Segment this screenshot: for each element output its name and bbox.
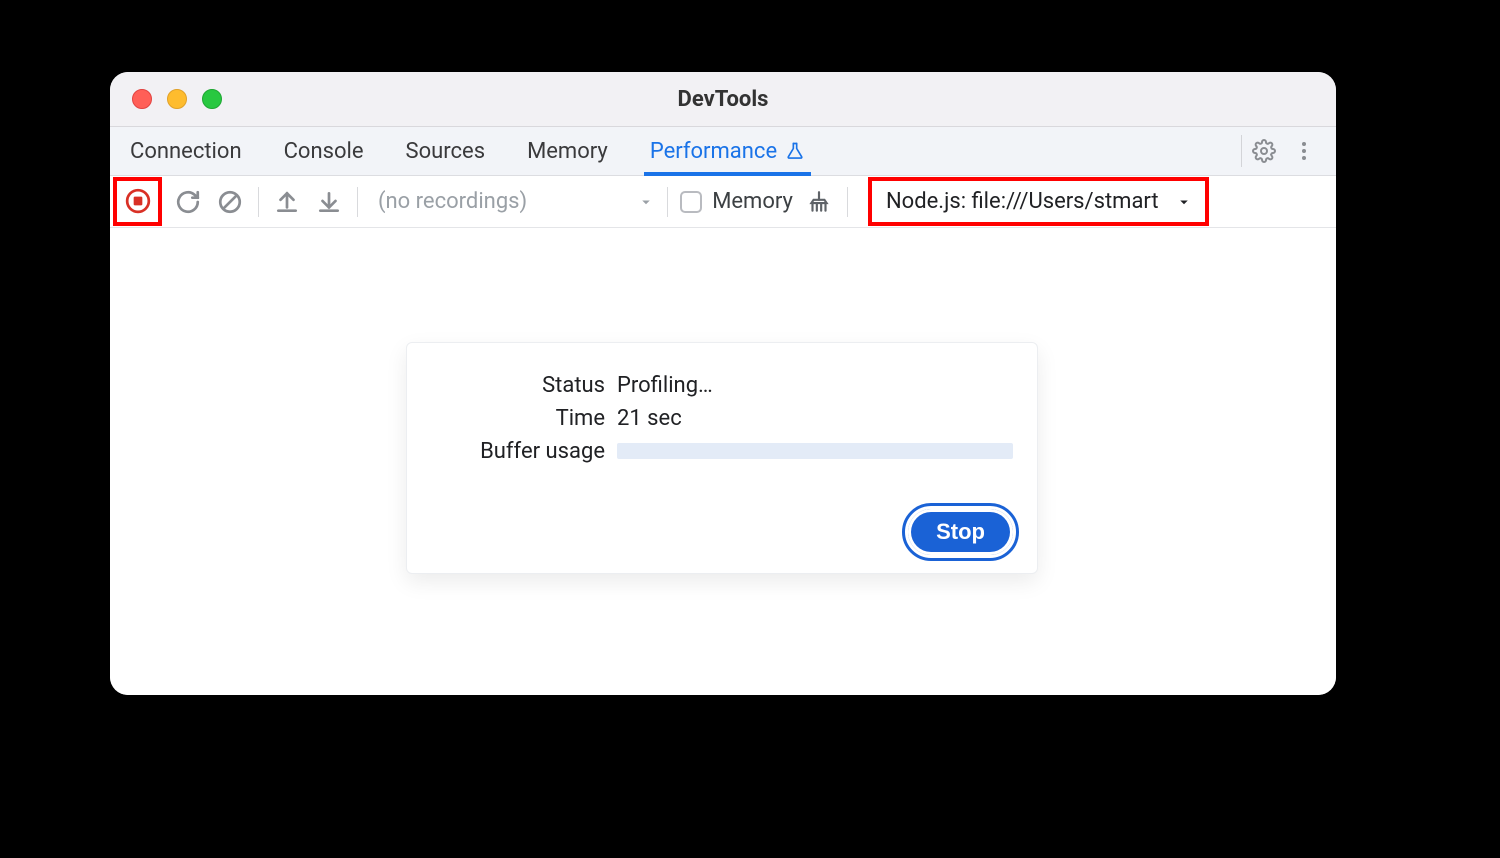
clear-button[interactable] bbox=[214, 186, 246, 218]
tab-label: Sources bbox=[406, 139, 486, 164]
recordings-dropdown[interactable]: (no recordings) bbox=[370, 189, 655, 214]
download-icon bbox=[316, 189, 342, 215]
broom-icon bbox=[806, 189, 832, 215]
download-button[interactable] bbox=[313, 186, 345, 218]
minimize-window-button[interactable] bbox=[167, 89, 187, 109]
tab-connection[interactable]: Connection bbox=[126, 127, 246, 175]
divider bbox=[258, 187, 259, 217]
profiling-status-panel: Status Profiling… Time 21 sec Buffer usa… bbox=[406, 342, 1038, 574]
settings-button[interactable] bbox=[1246, 133, 1282, 169]
flask-icon bbox=[785, 141, 805, 161]
zoom-window-button[interactable] bbox=[202, 89, 222, 109]
tab-label: Console bbox=[284, 139, 364, 164]
target-dropdown[interactable]: Node.js: file:///Users/stmart bbox=[886, 189, 1193, 214]
chevron-down-icon bbox=[637, 193, 655, 211]
reload-button[interactable] bbox=[172, 186, 204, 218]
target-dropdown-highlight: Node.js: file:///Users/stmart bbox=[868, 177, 1209, 226]
chevron-down-icon bbox=[1175, 193, 1193, 211]
more-button[interactable] bbox=[1286, 133, 1322, 169]
performance-content: Status Profiling… Time 21 sec Buffer usa… bbox=[110, 228, 1336, 695]
collect-garbage-button[interactable] bbox=[803, 186, 835, 218]
titlebar: DevTools bbox=[110, 72, 1336, 127]
record-stop-icon bbox=[125, 188, 151, 214]
tab-label: Connection bbox=[130, 139, 242, 164]
time-value: 21 sec bbox=[617, 406, 1013, 431]
traffic-lights bbox=[110, 89, 222, 109]
performance-toolbar: (no recordings) Memory Node.js: file:///… bbox=[110, 176, 1336, 228]
tab-label: Performance bbox=[650, 139, 777, 164]
more-vertical-icon bbox=[1292, 139, 1316, 163]
devtools-window: DevTools Connection Console Sources Memo… bbox=[110, 72, 1336, 695]
divider bbox=[357, 187, 358, 217]
tabbar: Connection Console Sources Memory Perfor… bbox=[110, 127, 1336, 176]
upload-icon bbox=[274, 189, 300, 215]
memory-checkbox[interactable] bbox=[680, 191, 702, 213]
target-selected-label: Node.js: file:///Users/stmart bbox=[886, 189, 1159, 214]
divider bbox=[847, 187, 848, 217]
buffer-usage-bar bbox=[617, 439, 1013, 464]
record-button-highlight bbox=[113, 177, 162, 226]
recordings-placeholder: (no recordings) bbox=[378, 189, 527, 214]
tab-console[interactable]: Console bbox=[280, 127, 368, 175]
tab-memory[interactable]: Memory bbox=[523, 127, 612, 175]
tab-label: Memory bbox=[527, 139, 608, 164]
tab-performance[interactable]: Performance bbox=[646, 127, 809, 175]
memory-label: Memory bbox=[712, 189, 793, 214]
status-label: Status bbox=[431, 373, 605, 398]
memory-toggle[interactable]: Memory bbox=[680, 189, 793, 214]
tab-sources[interactable]: Sources bbox=[402, 127, 490, 175]
upload-button[interactable] bbox=[271, 186, 303, 218]
window-title: DevTools bbox=[110, 87, 1336, 112]
reload-icon bbox=[175, 189, 201, 215]
tabbar-right-icons bbox=[1241, 127, 1330, 175]
gear-icon bbox=[1252, 139, 1276, 163]
stop-button[interactable]: Stop bbox=[908, 509, 1013, 555]
block-icon bbox=[217, 189, 243, 215]
divider bbox=[1241, 135, 1242, 167]
close-window-button[interactable] bbox=[132, 89, 152, 109]
time-label: Time bbox=[431, 406, 605, 431]
buffer-label: Buffer usage bbox=[431, 439, 605, 464]
status-value: Profiling… bbox=[617, 373, 1013, 398]
divider bbox=[667, 187, 668, 217]
record-button[interactable] bbox=[122, 185, 154, 217]
